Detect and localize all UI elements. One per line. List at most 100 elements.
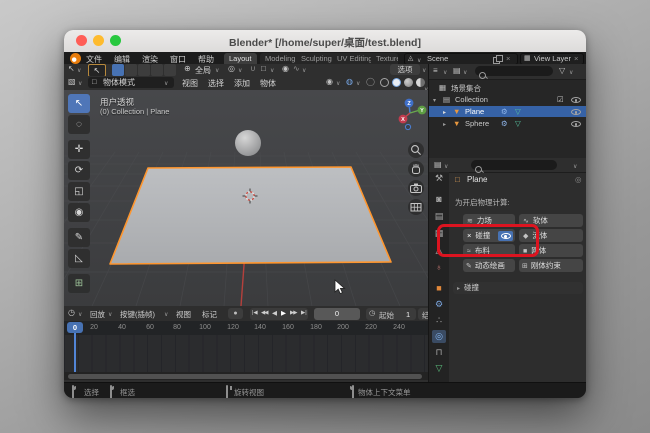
- mode-dropdown[interactable]: □ 物体模式 ∨: [88, 77, 174, 88]
- transform-orientation-icon[interactable]: ⊕: [184, 65, 191, 73]
- chevron-down-icon[interactable]: ∨: [78, 311, 82, 318]
- chevron-down-icon[interactable]: ∨: [215, 67, 219, 74]
- measure-tool[interactable]: ◺: [68, 249, 90, 268]
- editor-type-icon[interactable]: ▤: [434, 161, 442, 169]
- plane-object[interactable]: [110, 167, 391, 264]
- soft-body-button[interactable]: ∿软体: [519, 214, 583, 227]
- chevron-down-icon[interactable]: ∨: [573, 163, 577, 170]
- pivot-point-icon[interactable]: ◎: [228, 65, 235, 73]
- options-button[interactable]: 选项: [390, 64, 420, 75]
- sphere-object-row[interactable]: ▸ ▼ Sphere ⚙ ▽: [429, 118, 586, 129]
- camera-view-button[interactable]: [408, 180, 424, 196]
- select-mode-invert-button[interactable]: [151, 64, 163, 76]
- tab-constraints[interactable]: ⊓: [432, 346, 446, 359]
- visibility-eye-icon[interactable]: [571, 95, 581, 104]
- collision-section-header[interactable]: ▸碰撞: [453, 282, 583, 294]
- titlebar[interactable]: Blender* [/home/super/桌面/test.blend]: [64, 30, 586, 53]
- select-mode-intersect-button[interactable]: [164, 64, 176, 76]
- scene-collection-row[interactable]: ▦ 场景集合: [429, 82, 586, 93]
- workspace-tab-modeling[interactable]: Modeling: [260, 53, 300, 64]
- transform-tool[interactable]: ◉: [68, 203, 90, 222]
- menu-view[interactable]: 视图: [182, 78, 198, 89]
- scene-name[interactable]: Scene: [427, 54, 448, 64]
- select-box-tool[interactable]: ↖: [68, 94, 90, 113]
- gizmo-negative-axis[interactable]: [405, 124, 410, 129]
- scene-collection-label[interactable]: 场景集合: [451, 83, 481, 94]
- collision-button[interactable]: ×碰撞: [463, 229, 515, 242]
- frame-start-field[interactable]: ◷ 起始 1: [366, 308, 416, 320]
- xray-toggle-icon[interactable]: ◯: [366, 78, 375, 86]
- chevron-down-icon[interactable]: ∨: [77, 67, 81, 74]
- shading-solid-icon[interactable]: [392, 78, 401, 87]
- chevron-down-icon[interactable]: ∨: [463, 69, 467, 76]
- properties-search-input[interactable]: [471, 160, 557, 170]
- jump-to-end-button[interactable]: ▶|: [301, 310, 307, 316]
- chevron-down-icon[interactable]: ∨: [422, 67, 426, 74]
- tab-tool[interactable]: ⚒: [432, 172, 446, 185]
- tab-world[interactable]: ♁: [432, 261, 446, 274]
- menu-object[interactable]: 物体: [260, 78, 276, 89]
- view-layer-name[interactable]: View Layer: [534, 54, 571, 64]
- object-name[interactable]: Plane: [465, 107, 484, 116]
- close-icon[interactable]: ×: [506, 54, 510, 64]
- chevron-down-icon[interactable]: ∨: [443, 69, 447, 76]
- annotate-tool[interactable]: ✎: [68, 228, 90, 247]
- timeline-scrollbar[interactable]: [64, 372, 428, 380]
- chevron-down-icon[interactable]: ∨: [302, 67, 306, 74]
- disclosure-icon[interactable]: ▸: [443, 109, 446, 116]
- fluid-button[interactable]: ◆流体: [519, 229, 583, 242]
- tab-render[interactable]: ◙: [432, 193, 446, 206]
- plane-object-row[interactable]: ▸ ▼ Plane ⚙ ▽: [429, 106, 586, 117]
- pin-icon[interactable]: ◎: [575, 176, 582, 184]
- falloff-curve-icon[interactable]: ∿: [293, 65, 300, 73]
- overlays-toggle-icon[interactable]: ◍: [346, 78, 353, 86]
- display-mode-icon[interactable]: ≡: [433, 67, 438, 75]
- collection-label[interactable]: Collection: [455, 95, 488, 104]
- menu-view[interactable]: 视图: [176, 309, 191, 320]
- cursor-tool[interactable]: ◌: [68, 115, 90, 134]
- snap-magnet-icon[interactable]: ∪: [250, 65, 256, 73]
- mesh-data-icon[interactable]: ▽: [515, 120, 521, 128]
- tab-physics[interactable]: ◎: [432, 330, 446, 343]
- add-cube-tool[interactable]: ⊞: [68, 274, 90, 293]
- mesh-data-icon[interactable]: ▽: [515, 108, 521, 116]
- timeline-ruler[interactable]: 20 40 60 80 100 120 140 160 180 200 220 …: [64, 321, 428, 335]
- frame-end-field[interactable]: 结束: [418, 308, 428, 320]
- proportional-editing-icon[interactable]: ◉: [282, 65, 289, 73]
- rotate-tool[interactable]: ⟳: [68, 161, 90, 180]
- transform-orientation-label[interactable]: 全局: [195, 65, 211, 76]
- tab-output[interactable]: ▤: [432, 210, 446, 223]
- rigid-body-button[interactable]: ■刚体: [519, 244, 583, 257]
- menu-add[interactable]: 添加: [234, 78, 250, 89]
- workspace-tab-layout[interactable]: Layout: [224, 53, 257, 64]
- collection-row[interactable]: ▾ ▤ Collection ☑: [429, 94, 586, 105]
- current-frame-badge[interactable]: 0: [67, 322, 83, 333]
- tab-object-data[interactable]: ▽: [432, 362, 446, 375]
- scrollbar-thumb[interactable]: [68, 374, 422, 379]
- prev-keyframe-button[interactable]: ◀◀: [261, 310, 267, 316]
- menu-marker[interactable]: 标记: [202, 309, 217, 320]
- play-reverse-button[interactable]: ◀: [272, 309, 277, 317]
- scale-tool[interactable]: ◱: [68, 182, 90, 201]
- chevron-down-icon[interactable]: ∨: [238, 67, 242, 74]
- chevron-down-icon[interactable]: ∨: [78, 80, 82, 87]
- chevron-down-icon[interactable]: ∨: [356, 80, 360, 87]
- chevron-down-icon[interactable]: ∨: [444, 163, 448, 170]
- tab-particles[interactable]: ∴: [432, 314, 446, 327]
- disclosure-icon[interactable]: ▾: [433, 97, 436, 104]
- tab-object[interactable]: ■: [432, 282, 446, 295]
- jump-to-start-button[interactable]: |◀: [252, 310, 258, 316]
- outliner-search-input[interactable]: [475, 66, 553, 76]
- select-mode-subtract-button[interactable]: [138, 64, 150, 76]
- current-frame-field[interactable]: 0: [314, 308, 360, 320]
- workspace-tab-sculpting[interactable]: Sculpting: [296, 53, 337, 64]
- tab-modifiers[interactable]: ⚙: [432, 298, 446, 311]
- shading-material-icon[interactable]: [404, 78, 413, 87]
- cloth-button[interactable]: ≈布料: [463, 244, 515, 257]
- dynamic-paint-button[interactable]: ✎动态绘画: [463, 259, 515, 272]
- chevron-down-icon[interactable]: ∨: [270, 67, 274, 74]
- move-tool[interactable]: ✛: [68, 140, 90, 159]
- next-keyframe-button[interactable]: ▶▶: [290, 310, 296, 316]
- force-field-button[interactable]: ≋力场: [463, 214, 515, 227]
- shading-wireframe-icon[interactable]: [380, 78, 389, 87]
